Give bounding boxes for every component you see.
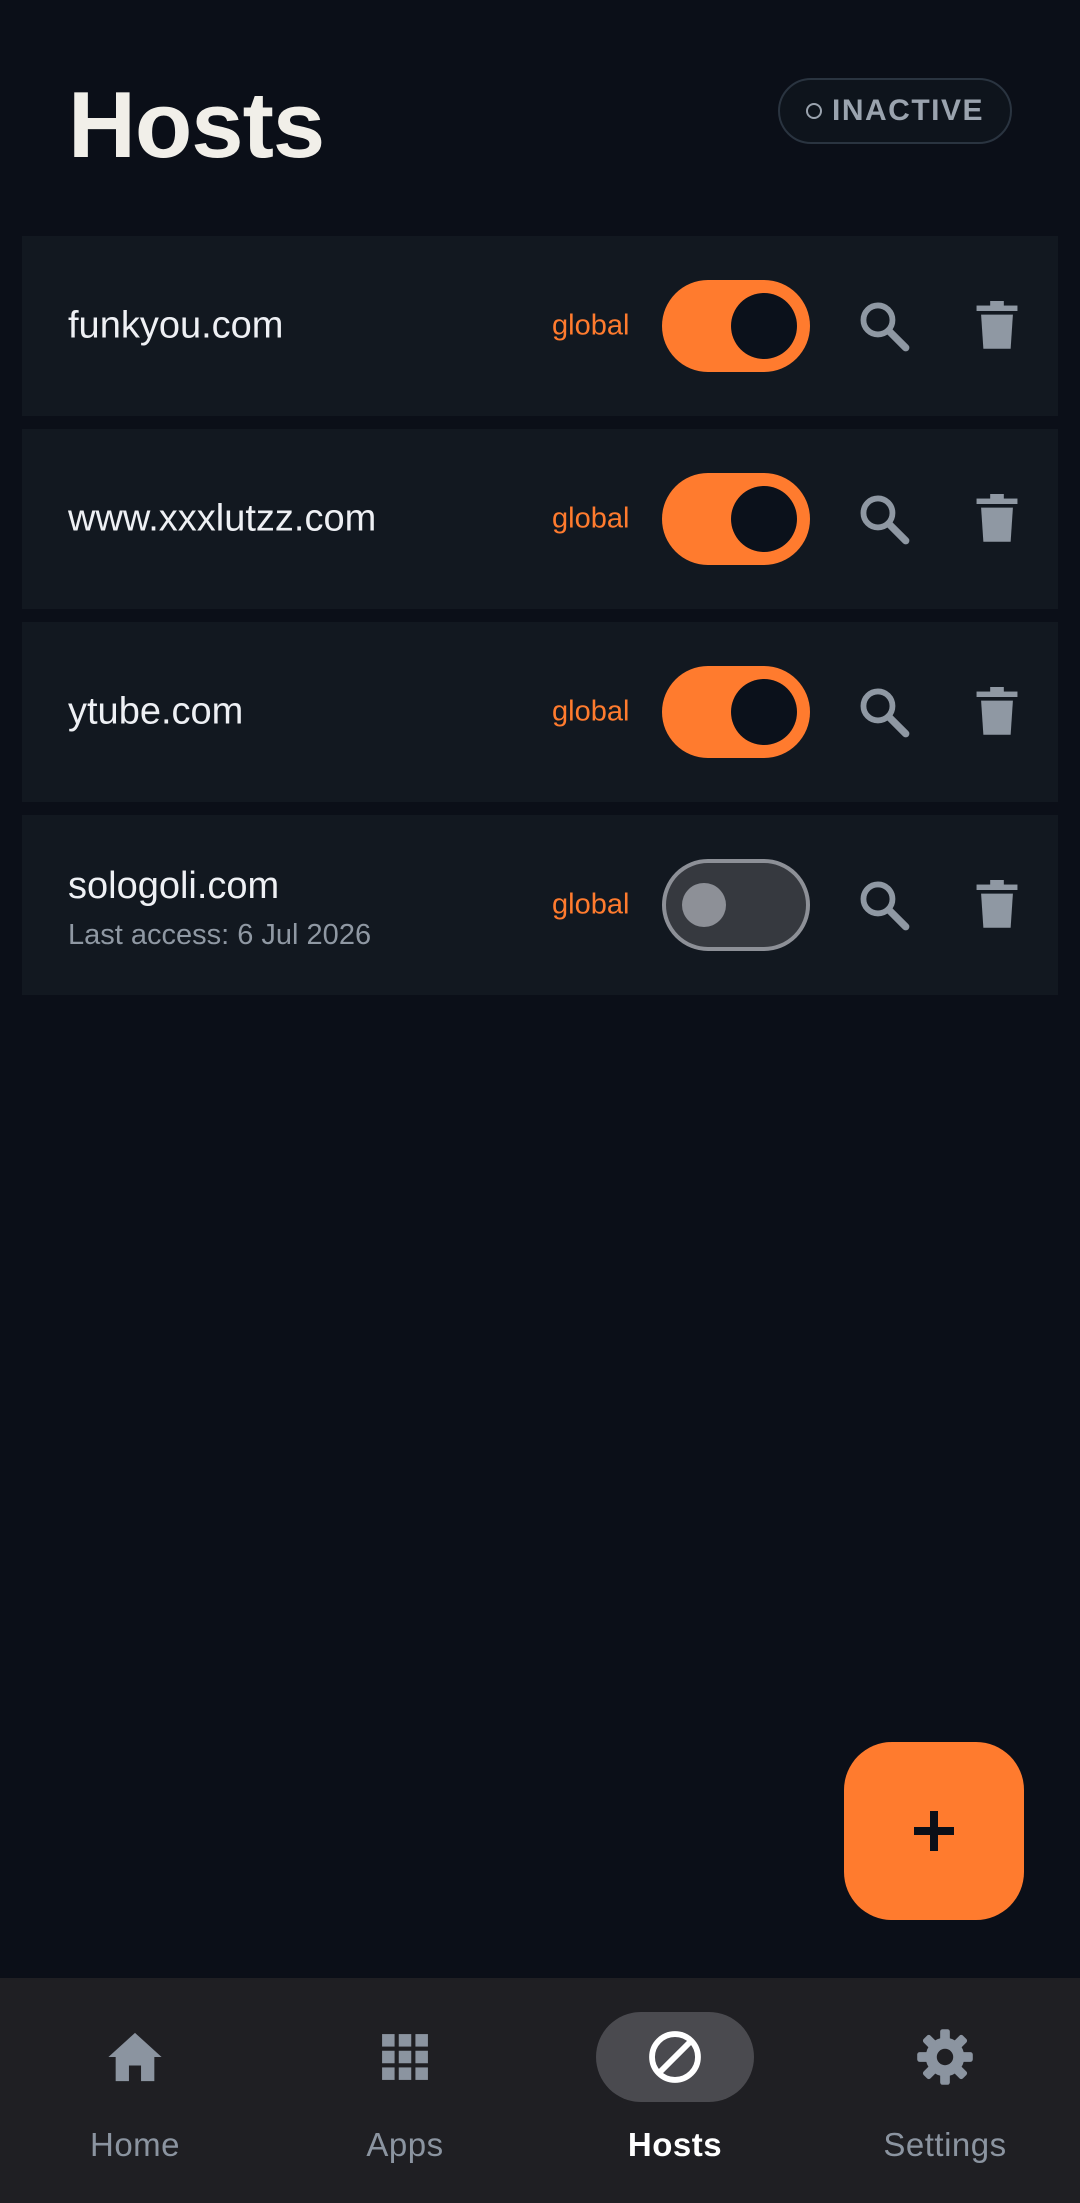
block-icon [649,2031,701,2083]
host-delete-button[interactable] [957,672,1037,752]
last-access-text: Last access: 6 Jul 2026 [68,919,372,951]
host-search-button[interactable] [844,672,924,752]
search-icon [860,688,910,738]
host-name: www.xxxlutzz.com [68,497,377,540]
nav-label: Hosts [627,2126,723,2163]
host-enabled-toggle[interactable] [662,280,810,372]
bottom-navigation: Home Apps Hosts Settings [0,1978,1080,2203]
host-row: funkyou.com global [22,236,1058,416]
host-search-button[interactable] [844,865,924,945]
host-row: sologoli.com Last access: 6 Jul 2026 glo… [22,815,1058,995]
trash-icon [976,301,1018,349]
toggle-knob [731,679,797,745]
host-row: ytube.com global [22,622,1058,802]
nav-item-apps[interactable]: Apps [270,1978,540,2203]
page-title: Hosts [68,72,325,177]
nav-item-settings[interactable]: Settings [810,1978,1080,2203]
circle-outline-icon [805,103,822,119]
hosts-screen: Hosts INACTIVE funkyou.com global www.xx… [0,0,1080,2203]
trash-icon [976,494,1018,542]
nav-icon-container [56,2012,214,2102]
host-row: www.xxxlutzz.com global [22,429,1058,609]
host-name: ytube.com [68,690,244,733]
trash-icon [976,687,1018,735]
host-search-button[interactable] [844,286,924,366]
host-search-button[interactable] [844,479,924,559]
toggle-knob [731,486,797,552]
nav-label: Home [89,2126,181,2163]
host-list: funkyou.com global www.xxxlutzz.com glob… [22,236,1058,1008]
nav-icon-container [326,2012,484,2102]
toggle-knob [682,883,726,927]
host-delete-button[interactable] [957,286,1037,366]
search-icon [860,302,910,352]
apps-grid-icon [382,2034,428,2080]
nav-label: Apps [366,2126,444,2163]
nav-icon-container [866,2012,1024,2102]
plus-icon [914,1811,954,1851]
host-delete-button[interactable] [957,865,1037,945]
scope-label: global [552,888,630,921]
status-badge-label: INACTIVE [831,94,984,127]
host-name: sologoli.com [68,865,280,907]
host-enabled-toggle[interactable] [662,473,810,565]
host-delete-button[interactable] [957,479,1037,559]
search-icon [860,495,910,545]
nav-label: Settings [883,2126,1007,2163]
nav-icon-container [596,2012,754,2102]
gear-icon [917,2029,973,2085]
add-host-button[interactable] [844,1742,1024,1920]
host-name: funkyou.com [68,304,284,347]
nav-item-home[interactable]: Home [0,1978,270,2203]
host-enabled-toggle[interactable] [662,859,810,951]
toggle-knob [731,293,797,359]
status-badge[interactable]: INACTIVE [778,78,1012,144]
host-enabled-toggle[interactable] [662,666,810,758]
search-icon [860,881,910,931]
nav-item-hosts[interactable]: Hosts [540,1978,810,2203]
home-icon [108,2032,162,2082]
trash-icon [976,880,1018,928]
scope-label: global [552,502,630,535]
scope-label: global [552,309,630,342]
scope-label: global [552,695,630,728]
